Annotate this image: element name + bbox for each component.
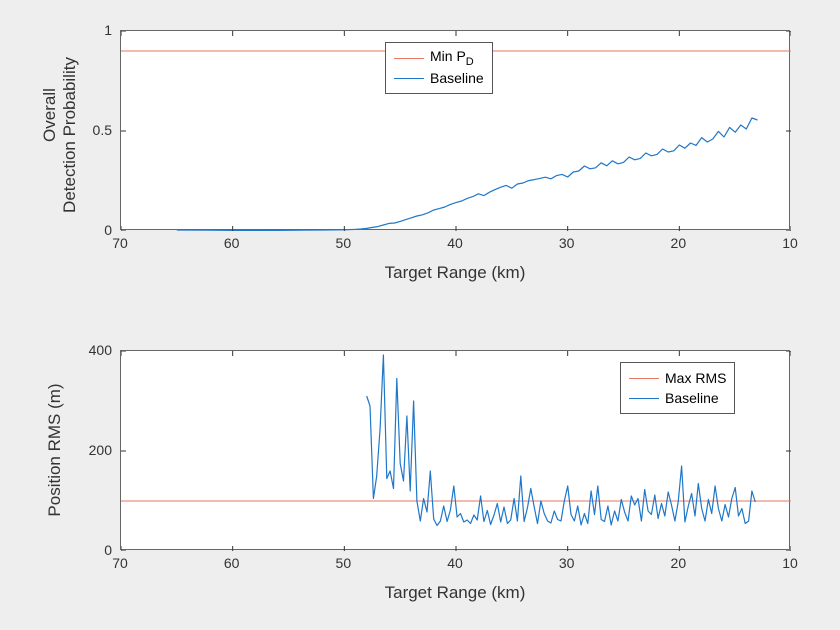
legend-swatch-baseline-bot: [629, 398, 659, 399]
svg-text:60: 60: [224, 555, 240, 571]
svg-text:50: 50: [336, 555, 352, 571]
top-x-axis-label: Target Range (km): [385, 263, 526, 282]
svg-text:20: 20: [671, 555, 687, 571]
svg-text:1: 1: [104, 22, 112, 38]
legend-label-baseline-bot: Baseline: [665, 390, 719, 406]
svg-text:400: 400: [89, 342, 113, 358]
legend-swatch-maxrms: [629, 378, 659, 379]
svg-text:30: 30: [559, 555, 575, 571]
svg-text:40: 40: [447, 555, 463, 571]
bottom-legend: Max RMS Baseline: [620, 362, 735, 414]
svg-text:30: 30: [559, 235, 575, 251]
svg-text:60: 60: [224, 235, 240, 251]
legend-label-maxrms: Max RMS: [665, 370, 726, 386]
svg-text:0.5: 0.5: [93, 122, 113, 138]
svg-text:50: 50: [336, 235, 352, 251]
legend-swatch-minpd: [394, 58, 424, 59]
bottom-x-axis-label: Target Range (km): [385, 583, 526, 602]
legend-label-minpd: Min PD: [430, 48, 474, 68]
bottom-y-axis-label: Position RMS (m): [45, 383, 64, 516]
svg-text:0: 0: [104, 542, 112, 558]
svg-text:0: 0: [104, 222, 112, 238]
svg-text:20: 20: [671, 235, 687, 251]
svg-text:10: 10: [782, 235, 798, 251]
top-legend: Min PD Baseline: [385, 42, 493, 94]
svg-text:70: 70: [112, 555, 128, 571]
svg-text:70: 70: [112, 235, 128, 251]
svg-text:40: 40: [447, 235, 463, 251]
legend-swatch-baseline-top: [394, 78, 424, 79]
top-y-axis-label-line2: Detection Probability: [60, 57, 79, 213]
svg-text:10: 10: [782, 555, 798, 571]
legend-label-baseline-top: Baseline: [430, 70, 484, 86]
svg-text:200: 200: [89, 442, 113, 458]
top-y-axis-label-line1: Overall: [40, 88, 59, 142]
